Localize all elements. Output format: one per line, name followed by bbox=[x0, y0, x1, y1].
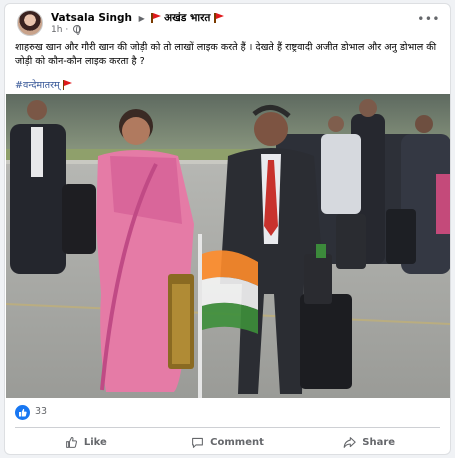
post-header: Vatsala Singh ▶ अखंड भारत 1h · ••• bbox=[15, 10, 442, 42]
comment-label: Comment bbox=[210, 436, 264, 448]
group-name[interactable]: अखंड भारत bbox=[164, 12, 210, 24]
post-timestamp-line: 1h · bbox=[51, 25, 82, 35]
photo-illustration bbox=[6, 94, 450, 398]
separator-dot: · bbox=[65, 25, 69, 35]
caret-right-icon: ▶ bbox=[138, 14, 145, 23]
reaction-count[interactable]: 33 bbox=[35, 406, 47, 417]
post-photo[interactable] bbox=[6, 94, 450, 398]
post-text: शाहरुख खान और गौरी खान की जोड़ी को तो ला… bbox=[15, 42, 437, 67]
thumbs-up-icon bbox=[15, 405, 30, 420]
post-card: Vatsala Singh ▶ अखंड भारत 1h · ••• शाहरु… bbox=[4, 3, 451, 455]
like-button[interactable]: Like bbox=[15, 430, 157, 454]
action-bar: Like Comment Share bbox=[15, 430, 440, 454]
saffron-flag-icon bbox=[151, 13, 161, 23]
author-line: Vatsala Singh ▶ अखंड भारत bbox=[51, 11, 224, 25]
share-label: Share bbox=[362, 436, 396, 448]
saffron-flag-icon bbox=[62, 80, 73, 90]
author-avatar[interactable] bbox=[17, 10, 43, 36]
share-arrow-icon bbox=[343, 436, 356, 448]
saffron-flag-icon bbox=[214, 13, 224, 23]
comment-button[interactable]: Comment bbox=[157, 430, 299, 454]
thumbs-up-outline-icon bbox=[65, 436, 77, 448]
speech-bubble-icon bbox=[192, 437, 204, 448]
like-label: Like bbox=[83, 436, 107, 448]
hashtag-link[interactable]: #वन्देमातरम् bbox=[15, 80, 60, 91]
actions-divider bbox=[15, 427, 440, 428]
post-time[interactable]: 1h bbox=[51, 25, 62, 35]
hashtag-line: #वन्देमातरम् bbox=[15, 78, 73, 91]
globe-icon[interactable] bbox=[73, 25, 82, 35]
share-button[interactable]: Share bbox=[298, 430, 440, 454]
author-name[interactable]: Vatsala Singh bbox=[51, 12, 132, 24]
more-horizontal-icon[interactable]: ••• bbox=[417, 12, 440, 26]
